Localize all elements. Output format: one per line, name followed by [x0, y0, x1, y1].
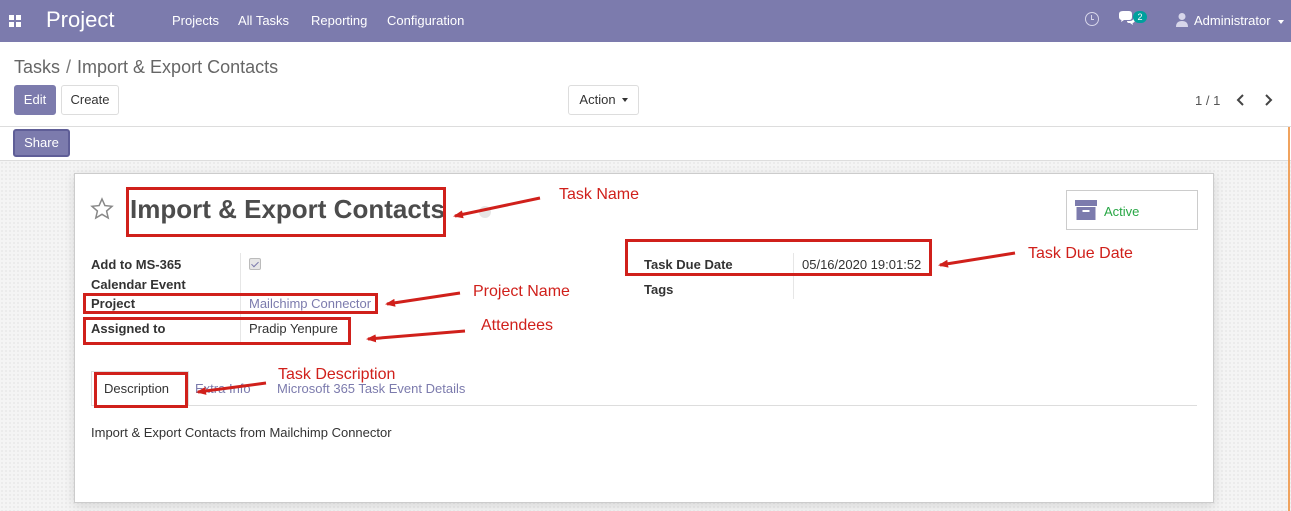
arrow-task-name	[453, 196, 541, 219]
arrow-attendees	[366, 329, 466, 343]
arrow-task-description	[196, 381, 267, 395]
arrow-project-name	[385, 291, 461, 307]
arrow-task-due-date	[938, 251, 1016, 268]
annotation-arrows	[196, 196, 1016, 395]
